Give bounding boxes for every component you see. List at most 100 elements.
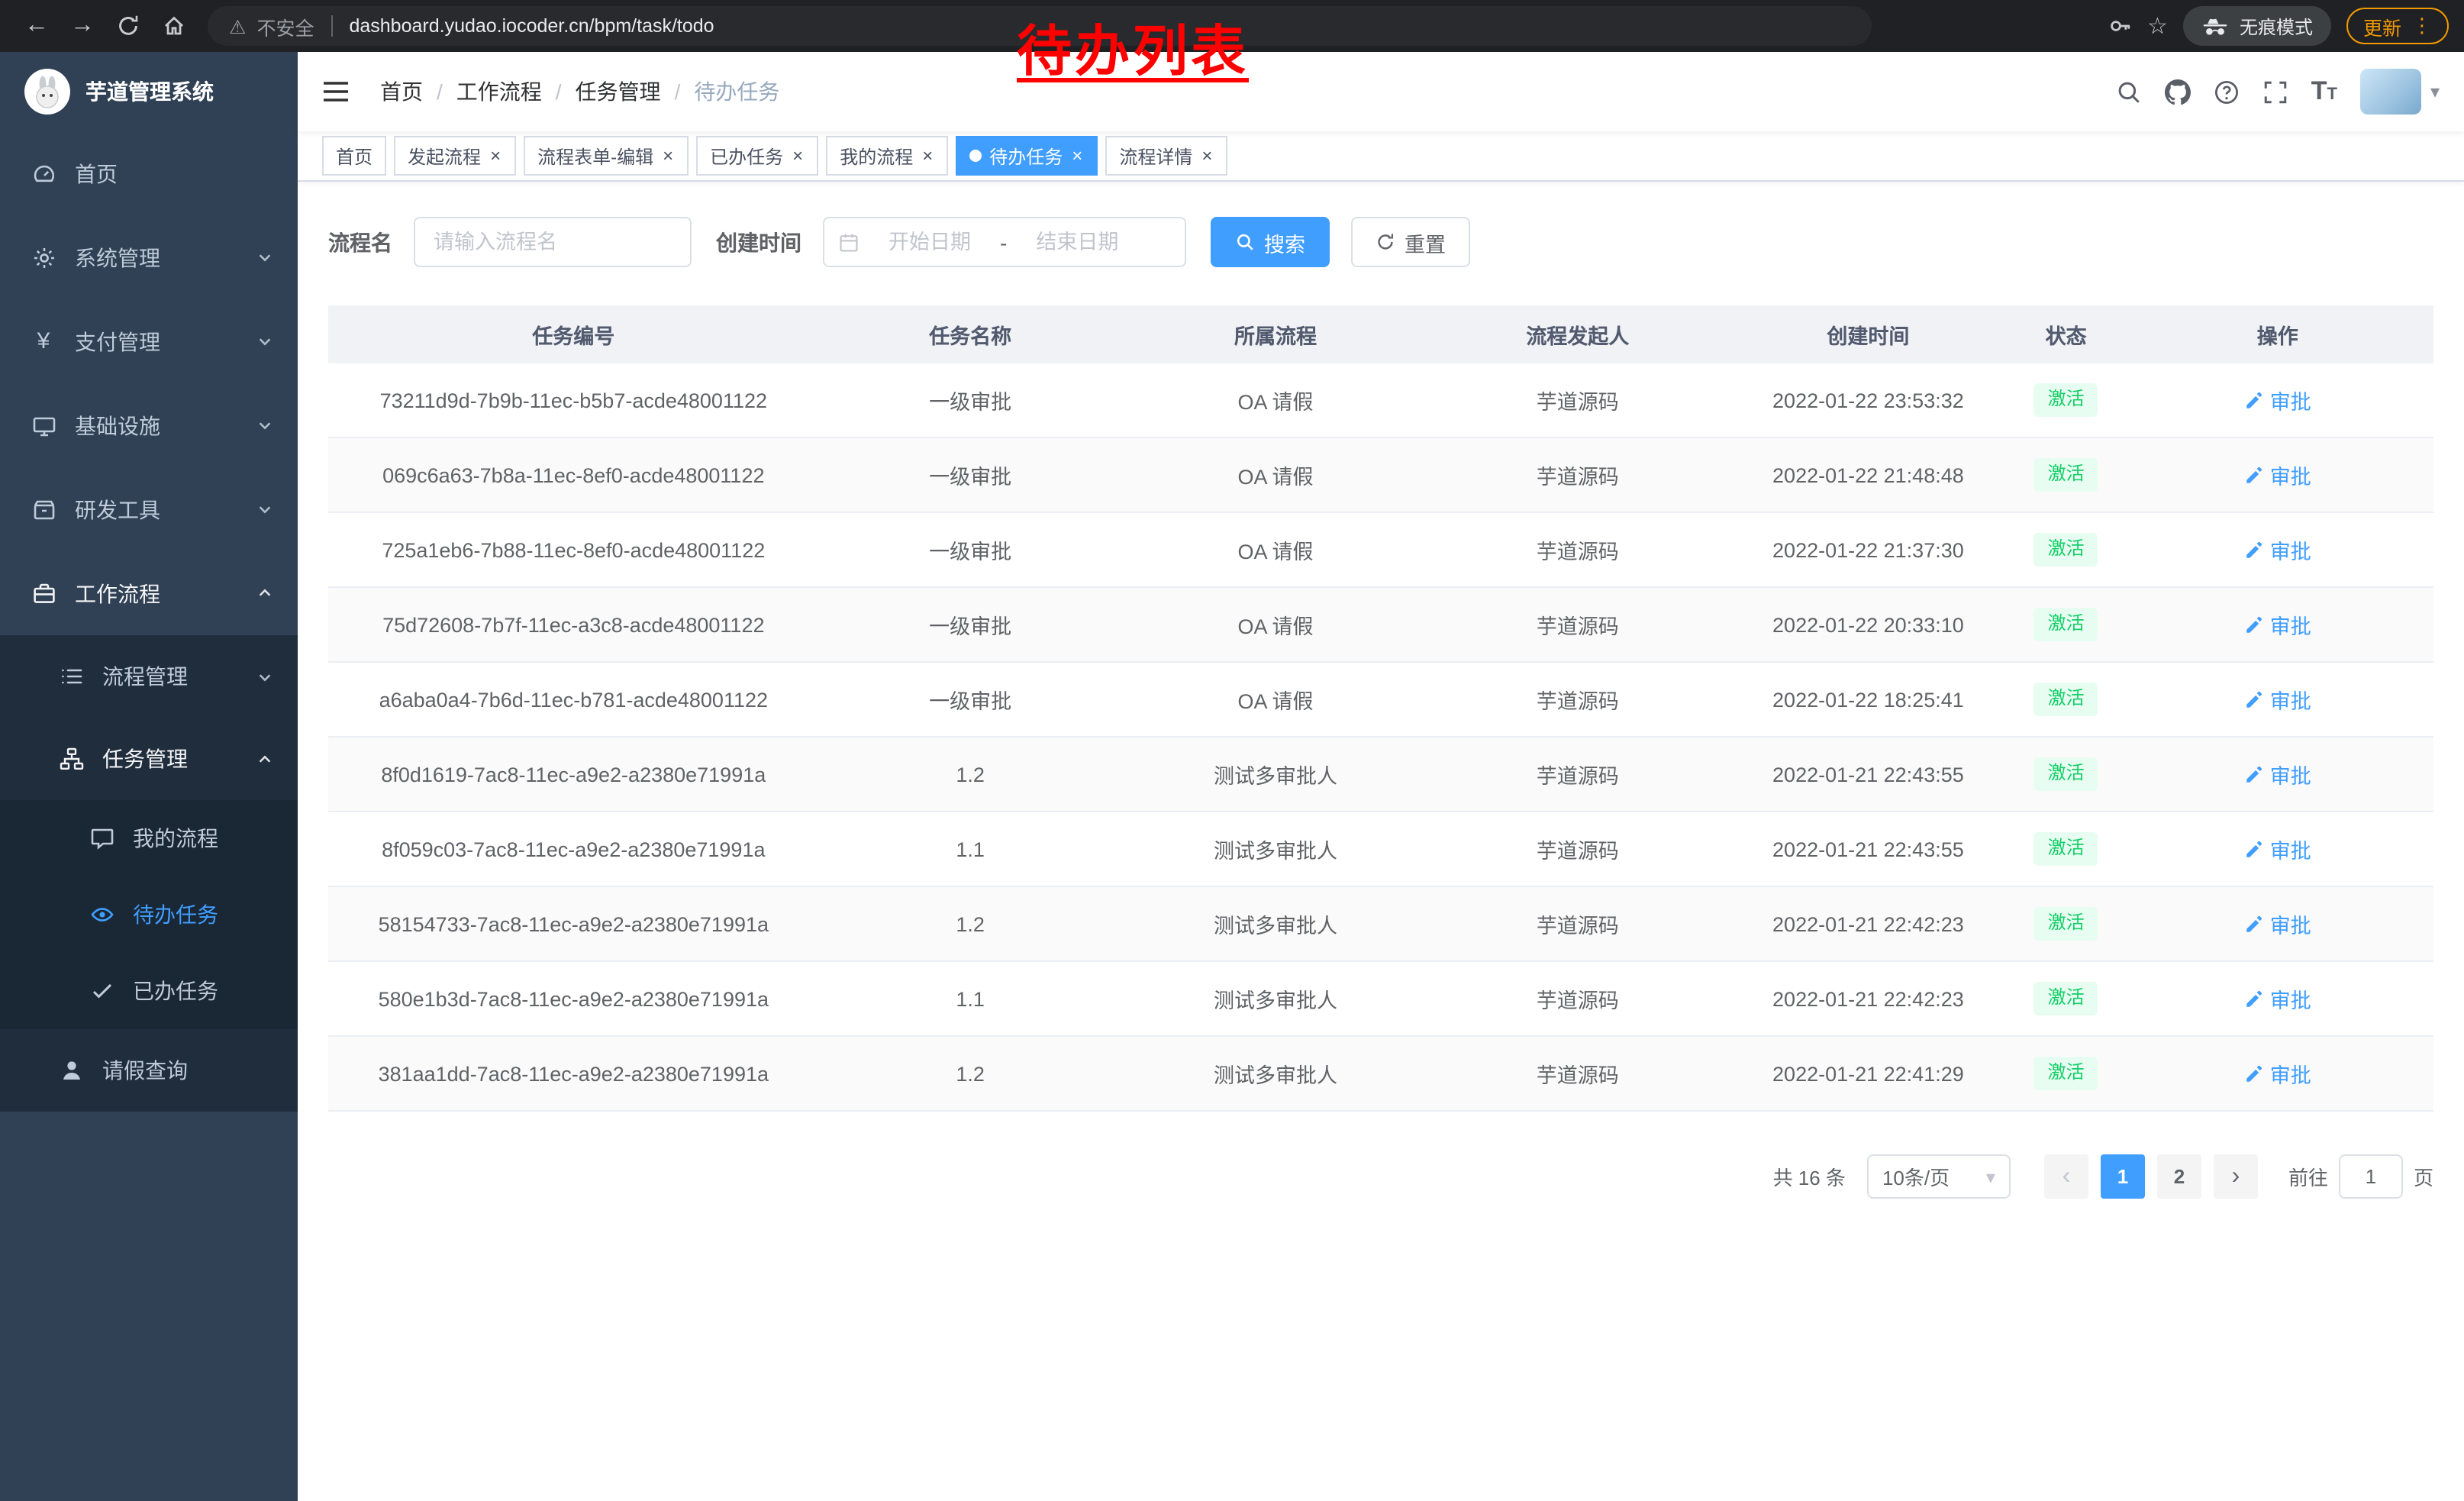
process-cell: OA 请假 (1122, 460, 1430, 490)
font-size-icon: T (2311, 76, 2327, 107)
approve-link[interactable]: 审批 (2244, 609, 2311, 640)
tab-home[interactable]: 首页 (322, 136, 386, 176)
goto-suffix: 页 (2414, 1162, 2433, 1191)
table-row: 069c6a63-7b8a-11ec-8ef0-acde48001122 一级审… (328, 438, 2433, 513)
approve-link[interactable]: 审批 (2244, 983, 2311, 1014)
sidebar-item-devtools[interactable]: 研发工具 (0, 467, 298, 551)
date-range-picker[interactable]: - (823, 217, 1186, 267)
approve-link[interactable]: 审批 (2244, 909, 2311, 939)
reset-button[interactable]: 重置 (1351, 217, 1470, 267)
status-badge: 激活 (2034, 383, 2098, 416)
next-icon: › (2232, 1164, 2240, 1189)
fullscreen-icon (2262, 79, 2288, 105)
close-icon[interactable]: × (921, 147, 934, 165)
gear-icon (31, 244, 56, 270)
tab-todo-tasks[interactable]: 待办任务 × (956, 136, 1098, 176)
task-name-cell: 1.1 (819, 838, 1122, 860)
tab-start-process[interactable]: 发起流程 × (394, 136, 516, 176)
task-name-cell: 一级审批 (819, 385, 1122, 415)
approve-link[interactable]: 审批 (2244, 1058, 2311, 1089)
sidebar-item-task-management[interactable]: 任务管理 (0, 718, 298, 800)
goto-page-input[interactable] (2339, 1154, 2403, 1199)
header-search-button[interactable] (2116, 79, 2142, 105)
update-button[interactable]: 更新 ⋮ (2346, 8, 2449, 44)
approve-link[interactable]: 审批 (2244, 834, 2311, 864)
approve-link[interactable]: 审批 (2244, 534, 2311, 565)
close-icon[interactable]: × (791, 147, 805, 165)
breadcrumb-item[interactable]: 任务管理 (576, 76, 661, 107)
font-size-button[interactable]: TT (2311, 76, 2337, 107)
main-area: 首页 / 工作流程 / 任务管理 / 待办任务 (298, 52, 2464, 1501)
sidebar-item-todo-tasks[interactable]: 待办任务 (0, 876, 298, 953)
page-button-1[interactable]: 1 (2101, 1154, 2145, 1199)
close-icon[interactable]: × (661, 147, 675, 165)
task-name-cell: 1.2 (819, 1062, 1122, 1085)
prev-page-button[interactable]: ‹ (2044, 1154, 2088, 1199)
page-button-2[interactable]: 2 (2157, 1154, 2201, 1199)
end-date-input[interactable] (1013, 231, 1141, 253)
sidebar-item-my-process[interactable]: 我的流程 (0, 800, 298, 876)
sidebar-item-process-management[interactable]: 流程管理 (0, 635, 298, 718)
initiator-cell: 芋道源码 (1429, 909, 1726, 939)
create-time-cell: 2022-01-21 22:41:29 (1726, 1062, 2010, 1085)
edit-icon (2244, 540, 2264, 560)
github-button[interactable] (2165, 79, 2191, 105)
sidebar-item-infrastructure[interactable]: 基础设施 (0, 383, 298, 467)
fullscreen-button[interactable] (2262, 79, 2288, 105)
tab-my-process[interactable]: 我的流程 × (826, 136, 948, 176)
breadcrumb-item[interactable]: 首页 (380, 76, 423, 107)
reload-button[interactable] (107, 5, 150, 47)
reset-button-label: 重置 (1405, 227, 1446, 257)
help-button[interactable] (2214, 79, 2240, 105)
forward-button[interactable]: → (61, 5, 104, 47)
process-name-input[interactable] (414, 217, 692, 267)
sidebar-item-system[interactable]: 系统管理 (0, 215, 298, 299)
sidebar-item-label: 流程管理 (102, 661, 188, 692)
incognito-icon (2201, 16, 2229, 36)
hamburger-icon (322, 79, 350, 104)
start-date-input[interactable] (866, 231, 994, 253)
close-icon[interactable]: × (1200, 147, 1214, 165)
approve-link[interactable]: 审批 (2244, 684, 2311, 715)
status-badge: 激活 (2034, 757, 2098, 790)
search-button-label: 搜索 (1264, 227, 1305, 257)
password-key-button[interactable] (2108, 14, 2132, 38)
column-header-initiator: 流程发起人 (1429, 319, 1726, 350)
tags-view-bar: 首页 发起流程 × 流程表单-编辑 × 已办任务 × 我的流程 × (298, 131, 2464, 182)
edit-icon (2244, 989, 2264, 1009)
app-logo[interactable]: 芋道管理系统 (0, 52, 298, 131)
user-menu[interactable]: ▾ (2360, 69, 2440, 115)
tab-done-tasks[interactable]: 已办任务 × (696, 136, 818, 176)
app-title: 芋道管理系统 (85, 76, 214, 107)
close-icon[interactable]: × (1070, 147, 1084, 165)
next-page-button[interactable]: › (2214, 1154, 2258, 1199)
initiator-cell: 芋道源码 (1429, 609, 1726, 640)
sidebar-item-workflow[interactable]: 工作流程 (0, 551, 298, 635)
close-icon[interactable]: × (489, 147, 502, 165)
refresh-icon (1376, 232, 1395, 252)
tab-form-edit[interactable]: 流程表单-编辑 × (524, 136, 689, 176)
page-size-select[interactable]: 10条/页 ▾ (1867, 1154, 2011, 1199)
sidebar-item-payment[interactable]: ¥ 支付管理 (0, 299, 298, 383)
approve-link[interactable]: 审批 (2244, 460, 2311, 490)
briefcase-icon (31, 580, 56, 606)
chevron-down-icon (256, 668, 273, 685)
process-cell: 测试多审批人 (1122, 983, 1430, 1014)
sidebar: 芋道管理系统 首页 系统管理 ¥ 支付管理 (0, 52, 298, 1501)
breadcrumb-item[interactable]: 工作流程 (456, 76, 542, 107)
bookmark-star-button[interactable]: ☆ (2147, 12, 2168, 40)
approve-link[interactable]: 审批 (2244, 759, 2311, 789)
approve-link[interactable]: 审批 (2244, 385, 2311, 415)
sidebar-item-home[interactable]: 首页 (0, 131, 298, 215)
sidebar-item-leave-query[interactable]: 请假查询 (0, 1029, 298, 1112)
search-button[interactable]: 搜索 (1211, 217, 1330, 267)
question-icon (2214, 79, 2240, 105)
tab-process-detail[interactable]: 流程详情 × (1105, 136, 1227, 176)
home-button[interactable] (153, 5, 195, 47)
update-label: 更新 (2363, 11, 2401, 40)
sidebar-toggle-button[interactable] (322, 75, 356, 108)
sidebar-item-done-tasks[interactable]: 已办任务 (0, 953, 298, 1029)
back-button[interactable]: ← (15, 5, 58, 47)
status-badge: 激活 (2034, 683, 2098, 715)
column-header-task-id: 任务编号 (328, 319, 819, 350)
